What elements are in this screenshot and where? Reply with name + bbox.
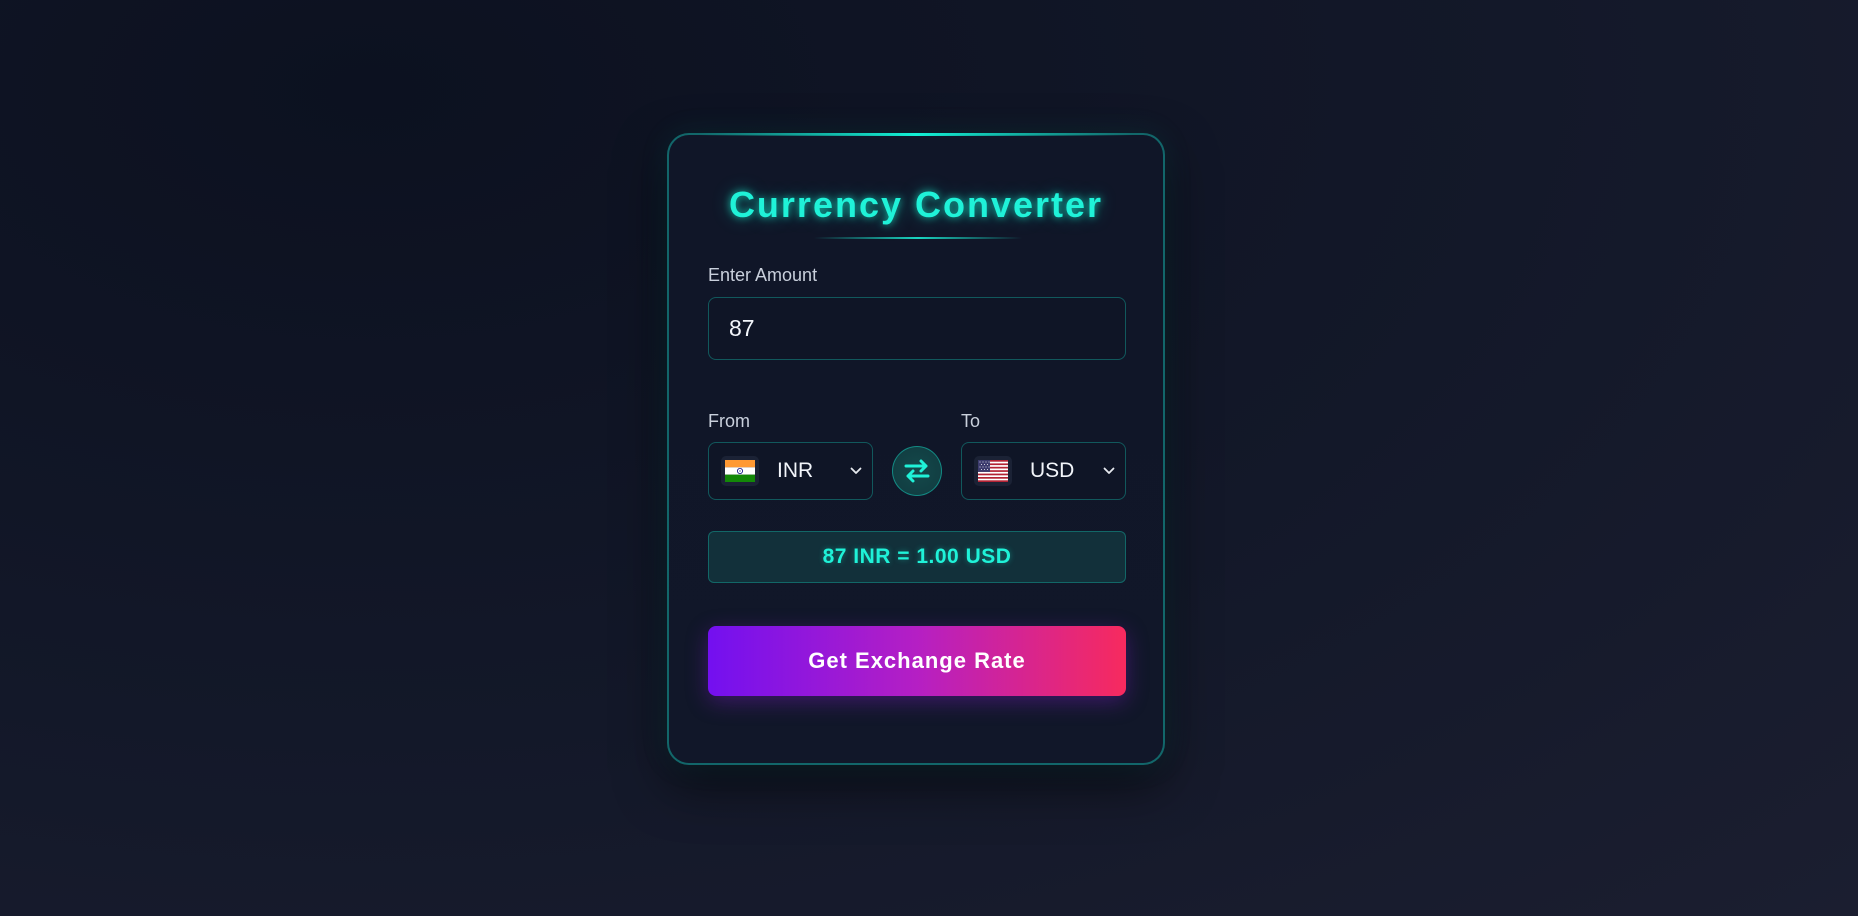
to-currency-code: USD [1030,459,1075,482]
chevron-down-icon [1102,464,1116,478]
to-currency-select[interactable]: USD [961,442,1126,500]
to-label: To [961,411,981,431]
amount-input[interactable] [708,297,1126,360]
from-label: From [708,411,750,431]
from-currency-select[interactable]: INR [708,442,873,500]
conversion-result: 87 INR = 1.00 USD [708,531,1126,583]
page-title: Currency Converter [728,184,1104,225]
india-flag-icon [723,458,757,484]
us-flag-icon [976,458,1010,484]
swap-currencies-button[interactable] [892,446,942,496]
swap-arrows-icon [902,456,932,486]
amount-label: Enter Amount [708,265,818,285]
chevron-down-icon [849,464,863,478]
title-underline [814,237,1022,239]
converter-card: Currency Converter Enter Amount From INR [667,133,1165,765]
from-currency-code: INR [777,459,814,482]
get-exchange-rate-button[interactable]: Get Exchange Rate [708,626,1126,696]
card-top-glow [699,133,1133,136]
